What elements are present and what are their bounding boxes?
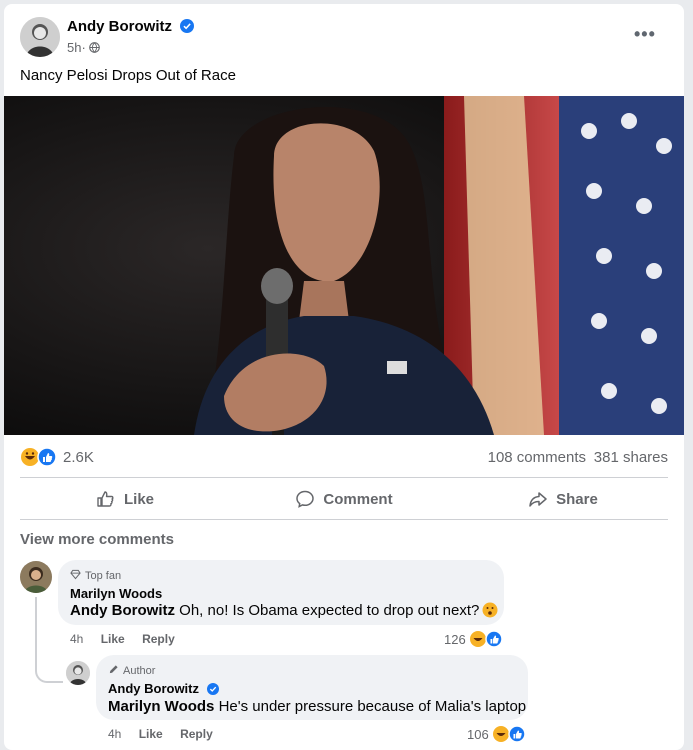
comment-text: Andy Borowitz Oh, no! Is Obama expected … <box>70 602 498 619</box>
top-fan-badge: Top fan <box>70 569 121 582</box>
comment-time[interactable]: 4h <box>70 632 83 646</box>
reaction-summary: 2.6K 108 comments 381 shares <box>20 447 668 469</box>
reply-time[interactable]: 4h <box>108 727 121 741</box>
comment-author[interactable]: Marilyn Woods <box>70 586 162 601</box>
author-badge-label: Author <box>123 665 156 677</box>
post-meta: 5h· <box>67 40 100 55</box>
post-card: Andy Borowitz 5h· ••• Nancy Pelosi Drops… <box>4 4 684 750</box>
comments-count[interactable]: 108 comments <box>488 449 586 466</box>
post-photo[interactable] <box>4 96 684 435</box>
haha-like-icon <box>470 630 504 648</box>
more-options-icon[interactable]: ••• <box>634 24 656 45</box>
reaction-count[interactable]: 2.6K <box>63 449 94 466</box>
like-button-label: Like <box>123 490 154 508</box>
reply-author[interactable]: Andy Borowitz <box>108 681 219 696</box>
verified-badge-icon <box>180 19 195 33</box>
comment-reply-button[interactable]: Reply <box>142 632 175 646</box>
diamond-icon <box>70 569 81 580</box>
commenter-avatar[interactable] <box>20 561 52 593</box>
shares-count[interactable]: 381 shares <box>594 449 668 466</box>
reply-mention[interactable]: Marilyn Woods <box>108 698 214 715</box>
reaction-icons[interactable] <box>20 447 62 467</box>
author-badge: Author <box>108 664 155 677</box>
reply-text: Marilyn Woods He's under pressure becaus… <box>108 698 526 715</box>
comment-button[interactable]: Comment <box>239 481 449 517</box>
haha-like-icon <box>493 725 527 743</box>
like-button[interactable]: Like <box>20 481 230 517</box>
comment-mention[interactable]: Andy Borowitz <box>70 602 175 619</box>
reply-body: He's under pressure because of Malia's l… <box>214 698 527 715</box>
post-author-name[interactable]: Andy Borowitz <box>67 18 172 35</box>
comment-body: Oh, no! Is Obama expected to drop out ne… <box>175 602 480 619</box>
reply-actions: 4h Like Reply <box>108 727 227 741</box>
reply-reactions[interactable]: 106 <box>467 725 530 743</box>
comment-bubble: Top fan Marilyn Woods Andy Borowitz Oh, … <box>58 560 504 625</box>
reply-reaction-count: 106 <box>467 727 489 742</box>
meta-separator: · <box>81 40 86 55</box>
comment-button-label: Comment <box>323 490 393 508</box>
view-more-comments-link[interactable]: View more comments <box>20 531 174 548</box>
reply-author-name[interactable]: Andy Borowitz <box>108 681 199 696</box>
thumbs-up-icon <box>97 491 114 507</box>
reply-bubble: Author Andy Borowitz Marilyn Woods He's … <box>96 655 528 720</box>
post-time[interactable]: 5h <box>67 40 81 55</box>
reply-reply-button[interactable]: Reply <box>180 727 213 741</box>
post-text: Nancy Pelosi Drops Out of Race <box>20 67 236 84</box>
reply-like-button[interactable]: Like <box>139 727 163 741</box>
comment-reaction-count: 126 <box>444 632 466 647</box>
post-author[interactable]: Andy Borowitz <box>67 18 195 35</box>
share-icon <box>529 492 547 507</box>
globe-icon <box>88 42 100 53</box>
surprised-face-icon <box>482 602 498 618</box>
reply-author-avatar[interactable] <box>66 661 90 685</box>
top-fan-badge-label: Top fan <box>85 570 122 582</box>
verified-badge-icon <box>206 683 219 695</box>
pencil-icon <box>109 665 118 674</box>
share-button-label: Share <box>556 490 598 508</box>
comment-icon <box>296 490 315 508</box>
actions-divider-bottom <box>20 519 668 520</box>
actions-divider-top <box>20 477 668 478</box>
author-avatar[interactable] <box>20 17 60 57</box>
comment-reactions[interactable]: 126 <box>444 630 507 648</box>
share-button[interactable]: Share <box>458 481 668 517</box>
comment-actions: 4h Like Reply <box>70 632 189 646</box>
comment-like-button[interactable]: Like <box>101 632 125 646</box>
